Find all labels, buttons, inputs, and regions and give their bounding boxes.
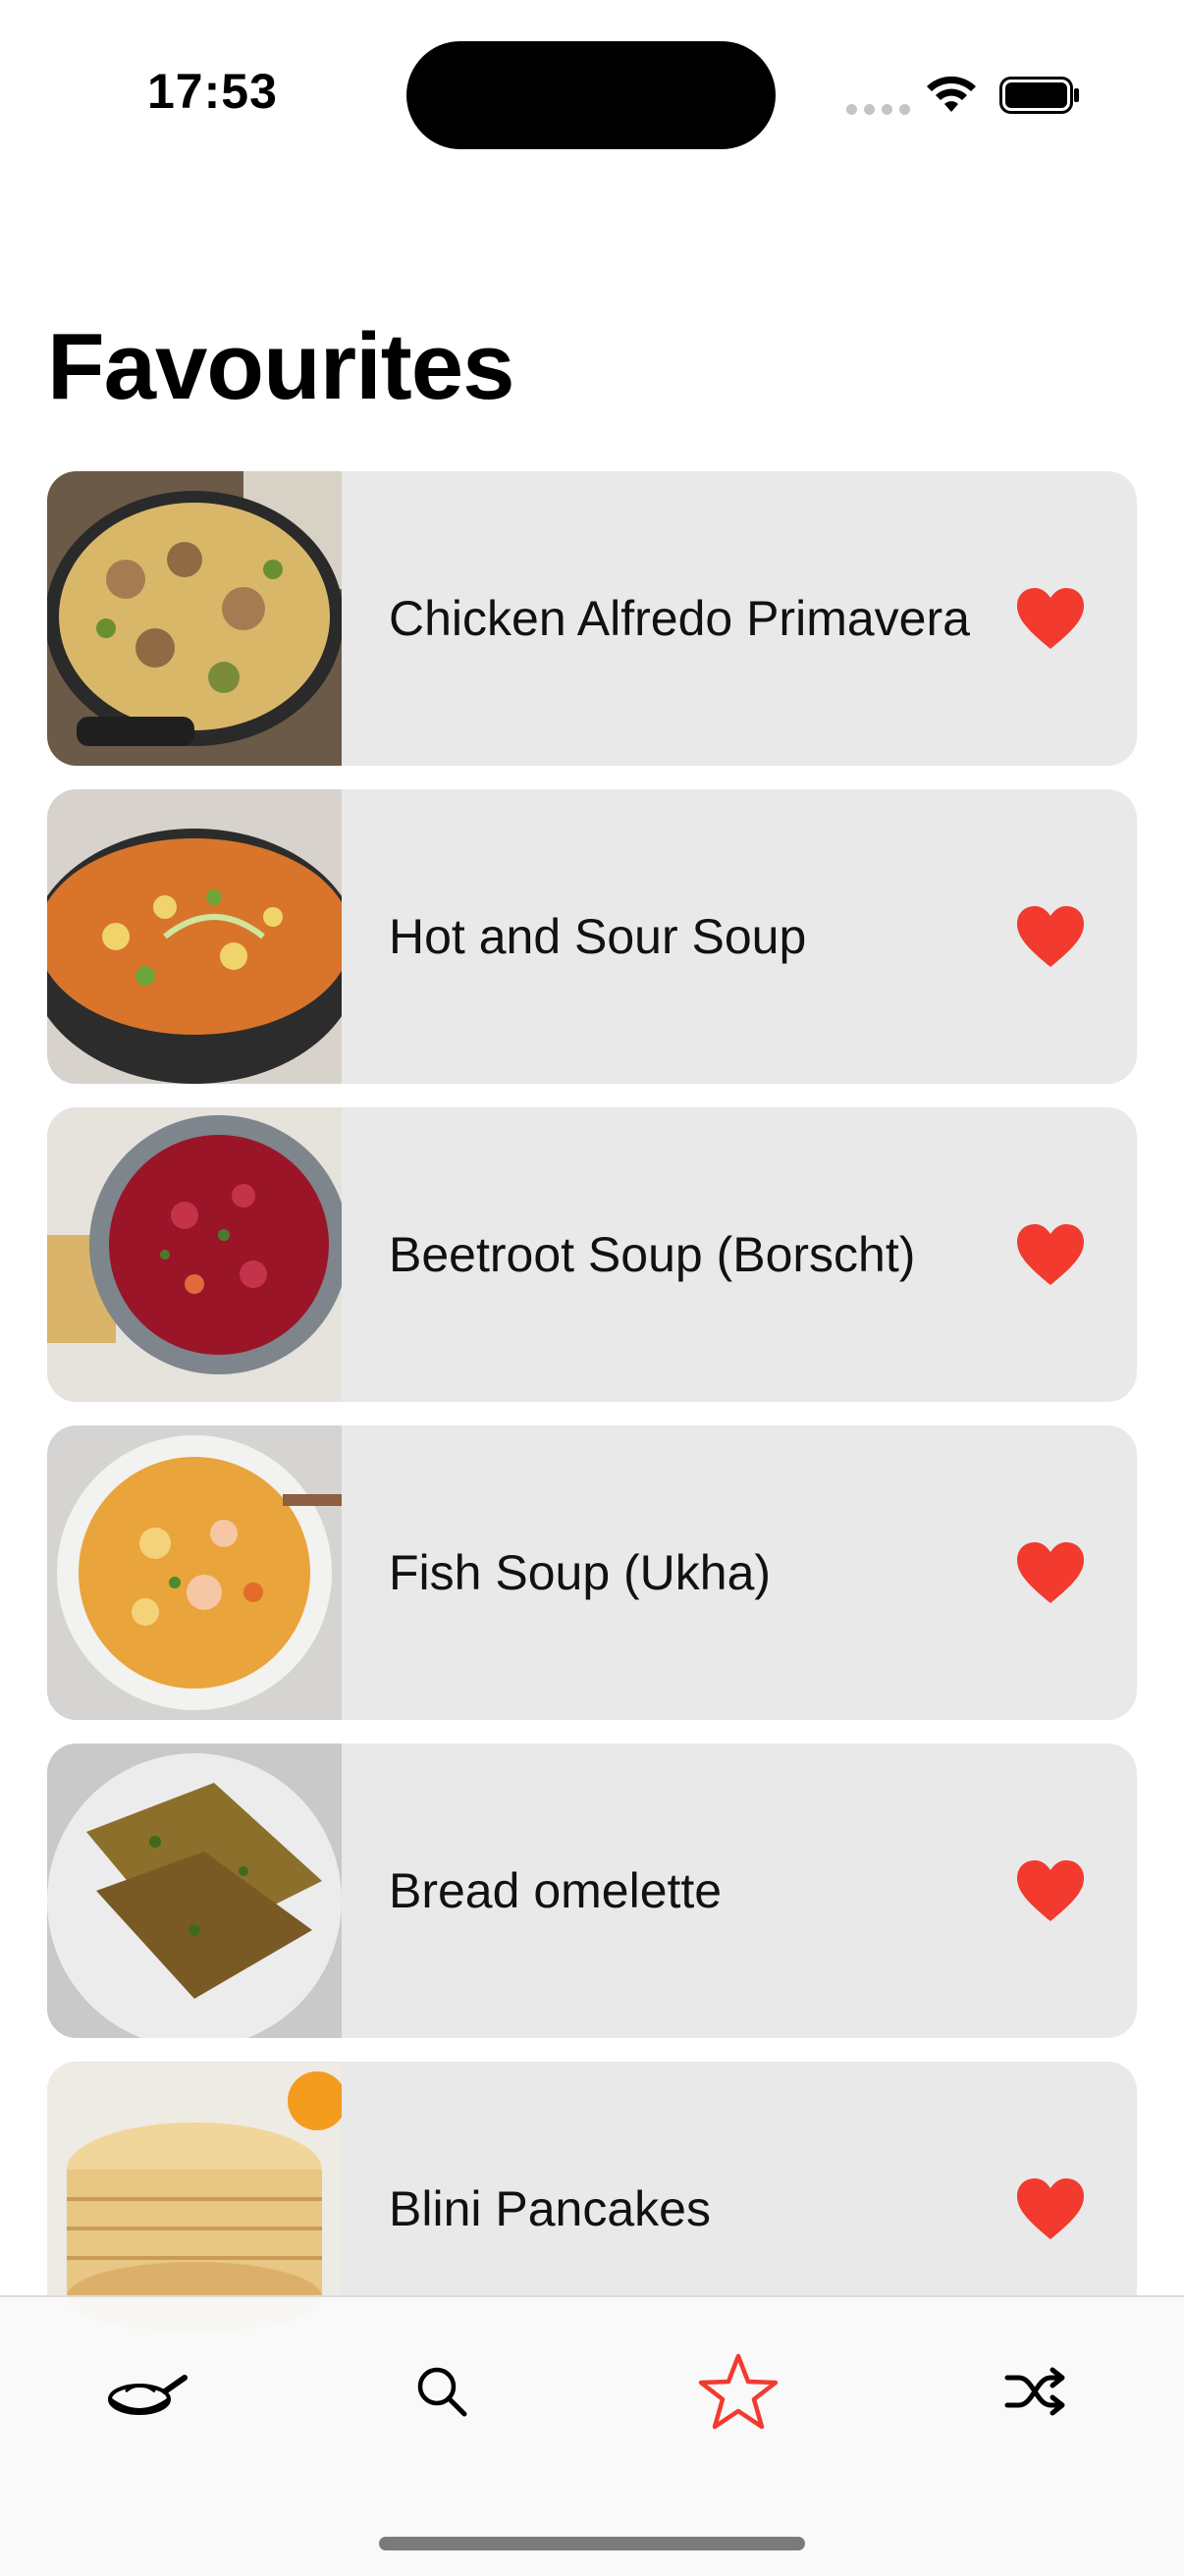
tab-search[interactable] — [383, 2342, 501, 2441]
recipe-name: Blini Pancakes — [389, 2181, 711, 2236]
status-time: 17:53 — [147, 64, 278, 119]
wifi-icon — [927, 76, 976, 112]
recipe-card[interactable]: Bread omelette — [47, 1744, 1137, 2038]
dynamic-island — [406, 41, 776, 149]
heart-icon[interactable] — [1015, 1540, 1086, 1605]
heart-icon[interactable] — [1015, 1858, 1086, 1923]
recipe-card[interactable]: Beetroot Soup (Borscht) — [47, 1107, 1137, 1402]
tab-bar — [0, 2295, 1184, 2576]
heart-icon[interactable] — [1015, 904, 1086, 969]
status-bar: 17:53 — [0, 0, 1184, 187]
recipe-name: Bread omelette — [389, 1863, 723, 1918]
pasta-skillet-image — [47, 471, 342, 766]
recipe-card[interactable]: Fish Soup (Ukha) — [47, 1425, 1137, 1720]
heart-icon[interactable] — [1015, 586, 1086, 651]
star-icon — [698, 2353, 779, 2430]
shuffle-icon — [1004, 2367, 1065, 2416]
page-title: Favourites — [47, 314, 514, 419]
fish-soup-image — [47, 1425, 342, 1720]
recipe-name: Chicken Alfredo Primavera — [389, 591, 970, 646]
pan-icon — [108, 2375, 188, 2415]
borscht-bowl-image — [47, 1107, 342, 1402]
battery-icon — [999, 77, 1079, 114]
soup-bowl-image — [47, 789, 342, 1084]
tab-random[interactable] — [976, 2342, 1094, 2441]
home-indicator[interactable] — [379, 2537, 805, 2550]
recipe-name: Beetroot Soup (Borscht) — [389, 1227, 916, 1282]
cellular-signal-icon — [846, 104, 910, 115]
heart-icon[interactable] — [1015, 1222, 1086, 1287]
tab-recipes[interactable] — [88, 2342, 206, 2441]
recipe-card[interactable]: Hot and Sour Soup — [47, 789, 1137, 1084]
tab-favourites[interactable] — [679, 2342, 797, 2441]
recipe-name: Hot and Sour Soup — [389, 909, 807, 964]
bread-omelette-image — [47, 1744, 342, 2038]
recipe-card[interactable]: Chicken Alfredo Primavera — [47, 471, 1137, 766]
search-icon — [417, 2367, 467, 2417]
recipe-name: Fish Soup (Ukha) — [389, 1545, 772, 1600]
heart-icon[interactable] — [1015, 2176, 1086, 2241]
